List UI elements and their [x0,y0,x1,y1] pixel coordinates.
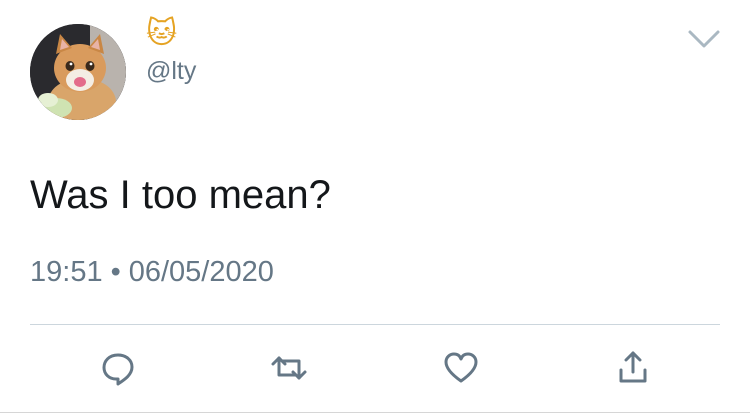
tweet-text: Was I too mean? [30,173,331,217]
tweet-timestamp[interactable]: 19:51 • 06/05/2020 [30,254,274,290]
avatar[interactable] [30,24,126,120]
share-button[interactable] [613,348,653,388]
avatar-image [30,24,126,120]
share-icon [619,351,647,383]
bottom-border [0,412,750,413]
chevron-down-icon[interactable] [686,24,722,54]
heart-icon [444,352,478,383]
display-name[interactable]: 🐱 [146,16,177,52]
action-bar [0,348,750,388]
tweet-card: 🐱 @lty Was I too mean? 19:51 • 06/05/2020 [0,0,750,416]
reply-bubble-icon [102,353,134,386]
reply-button[interactable] [98,348,138,388]
divider [30,324,720,325]
user-handle[interactable]: @lty [146,56,196,86]
retweet-button[interactable] [269,348,309,388]
tweet-date: 06/05/2020 [128,256,274,288]
retweet-icon [271,356,307,380]
meta-separator: • [110,256,121,288]
like-button[interactable] [441,348,481,388]
tweet-time: 19:51 [30,256,103,288]
